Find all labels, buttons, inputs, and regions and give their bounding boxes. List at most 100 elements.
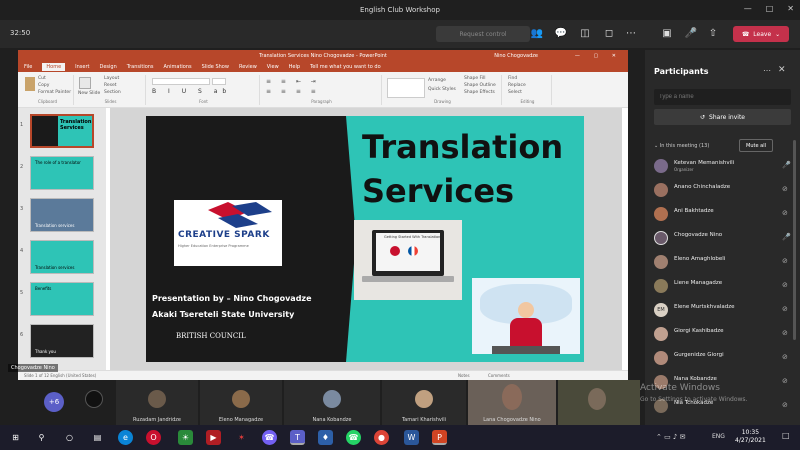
tab-view[interactable]: View xyxy=(267,64,279,70)
shapes-gallery[interactable] xyxy=(387,78,425,98)
in-meeting-header[interactable]: ⌄ In this meeting (13) xyxy=(654,143,709,149)
paragraph-align-buttons[interactable]: ≡ ≡ ≡ ≡ xyxy=(266,88,320,95)
ppt-window-controls[interactable]: — ▢ ✕ xyxy=(575,53,622,59)
video-tile[interactable]: Eleno Managadze xyxy=(200,380,282,425)
shape-fill-button[interactable]: Shape Fill xyxy=(464,76,486,81)
copy-button[interactable]: Copy xyxy=(38,83,49,88)
notes-button[interactable]: Notes xyxy=(458,373,470,378)
shape-outline-button[interactable]: Shape Outline xyxy=(464,83,496,88)
taskbar-clock[interactable]: 10:35 4/27/2021 xyxy=(735,429,766,445)
maximize-icon[interactable]: □ xyxy=(766,4,774,13)
chat-icon[interactable]: 💬 xyxy=(554,27,568,41)
replace-button[interactable]: Replace xyxy=(508,83,526,88)
participant-search-input[interactable] xyxy=(654,89,791,105)
more-options-icon[interactable]: ⋯ xyxy=(763,66,771,75)
font-format-buttons[interactable]: B I U S ab xyxy=(152,88,231,95)
reset-button[interactable]: Reset xyxy=(104,83,117,88)
tray-icons[interactable]: ⌃ ▭ ♪ ✉ xyxy=(656,433,686,441)
slide-thumbnail[interactable]: Translation services xyxy=(30,240,94,274)
tab-review[interactable]: Review xyxy=(239,64,257,70)
windows-start-icon[interactable]: ⊞ xyxy=(8,430,23,445)
video-tile[interactable]: Lana Chogovadze Nino xyxy=(468,380,556,425)
participant-row[interactable]: Chogovadze Nino 🎤 xyxy=(654,228,794,248)
app-icon[interactable]: ♦ xyxy=(318,430,333,445)
tab-animations[interactable]: Animations xyxy=(164,64,192,70)
share-tray-icon[interactable]: ◻ xyxy=(602,27,616,41)
slide-thumbnail[interactable]: Translation services xyxy=(30,198,94,232)
layout-button[interactable]: Layout xyxy=(104,76,119,81)
people-icon[interactable]: 👥 xyxy=(530,27,544,41)
participant-row[interactable]: Gurgenidze Giorgi ⊘ xyxy=(654,348,794,368)
share-invite-button[interactable]: ↺ Share invite xyxy=(654,109,791,125)
paste-icon[interactable] xyxy=(25,77,35,91)
stop-sharing-icon[interactable]: ⇧ xyxy=(706,27,720,41)
video-tile[interactable]: +6 xyxy=(40,380,70,425)
arrange-button[interactable]: Arrange xyxy=(428,78,446,83)
slide-thumbnail[interactable]: Benefits xyxy=(30,282,94,316)
video-tile[interactable] xyxy=(80,380,110,425)
leave-button[interactable]: ☎ Leave ⌄ xyxy=(733,26,789,42)
participant-row[interactable]: Giorgi Kashibadze ⊘ xyxy=(654,324,794,344)
media-icon[interactable]: ▶ xyxy=(206,430,221,445)
participant-row[interactable]: Ani Bakhtadze ⊘ xyxy=(654,204,794,224)
viber-icon[interactable]: ☎ xyxy=(262,430,277,445)
tab-home[interactable]: Home xyxy=(42,63,66,71)
panel-scrollbar[interactable] xyxy=(793,140,796,340)
teams-icon[interactable]: T xyxy=(290,430,305,445)
participant-row[interactable]: Ketevan Memanishvili Organizer 🎤 xyxy=(654,156,794,176)
slide-thumbnail[interactable]: The role of a translator xyxy=(30,156,94,190)
breakout-icon[interactable]: ◫ xyxy=(578,27,592,41)
close-panel-icon[interactable]: ✕ xyxy=(778,65,786,75)
shape-effects-button[interactable]: Shape Effects xyxy=(464,90,495,95)
slide-thumbnail[interactable]: Thank you xyxy=(30,324,94,358)
video-tile[interactable] xyxy=(558,380,640,425)
opera-icon[interactable]: O xyxy=(146,430,161,445)
participant-row[interactable]: EM Elene Murtskhvaladze ⊘ xyxy=(654,300,794,320)
search-icon[interactable]: ⚲ xyxy=(34,430,49,445)
participant-row[interactable]: Liene Managadze ⊘ xyxy=(654,276,794,296)
video-tile[interactable]: Nana Kobandze xyxy=(284,380,380,425)
paragraph-list-buttons[interactable]: ≡ ≡ ⇤ ⇥ xyxy=(266,78,320,85)
close-icon[interactable]: ✕ xyxy=(787,4,794,13)
word-icon[interactable]: W xyxy=(404,430,419,445)
new-slide-button[interactable]: New Slide xyxy=(78,91,100,96)
app-icon[interactable]: ✶ xyxy=(234,430,249,445)
tab-file[interactable]: File xyxy=(24,64,32,70)
task-view-icon[interactable]: ○ xyxy=(62,430,77,445)
tab-slideshow[interactable]: Slide Show xyxy=(202,64,229,70)
powerpoint-icon[interactable]: P xyxy=(432,430,447,445)
edge-icon[interactable]: e xyxy=(118,430,133,445)
tab-help[interactable]: Help xyxy=(289,64,300,70)
comments-button[interactable]: Comments xyxy=(488,373,510,378)
mute-all-button[interactable]: Mute all xyxy=(739,139,773,152)
video-tile[interactable]: Ruzadam Jandridze xyxy=(116,380,198,425)
app-icon[interactable]: ☀ xyxy=(178,430,193,445)
microphone-icon[interactable]: 🎤 xyxy=(684,27,698,41)
chrome-icon[interactable]: ● xyxy=(374,430,389,445)
chevron-down-icon[interactable]: ⌄ xyxy=(775,31,780,38)
language-indicator[interactable]: ENG xyxy=(712,433,725,440)
format-painter-button[interactable]: Format Painter xyxy=(38,90,71,95)
whatsapp-icon[interactable]: ☎ xyxy=(346,430,361,445)
current-slide[interactable]: CREATIVE SPARK Higher Education Enterpri… xyxy=(146,116,584,362)
video-tile[interactable]: Tamari Kharishvili xyxy=(382,380,466,425)
font-size-select[interactable] xyxy=(212,78,226,85)
select-button[interactable]: Select xyxy=(508,90,522,95)
slide-thumbnail[interactable]: Translation Services xyxy=(30,114,94,148)
tab-design[interactable]: Design xyxy=(99,64,116,70)
participant-row[interactable]: Eleno Amaghlobeli ⊘ xyxy=(654,252,794,272)
minimize-icon[interactable]: — xyxy=(744,4,752,13)
new-slide-icon[interactable] xyxy=(79,77,91,89)
more-actions-icon[interactable]: ⋯ xyxy=(624,27,638,41)
cut-button[interactable]: Cut xyxy=(38,76,46,81)
participant-row[interactable]: Anano Chinchaladze ⊘ xyxy=(654,180,794,200)
tell-me-search[interactable]: Tell me what you want to do xyxy=(310,64,381,70)
quick-styles-button[interactable]: Quick Styles xyxy=(428,87,456,92)
section-button[interactable]: Section xyxy=(104,90,121,95)
request-control-button[interactable]: Request control xyxy=(436,26,530,42)
tab-transitions[interactable]: Transitions xyxy=(127,64,154,70)
find-button[interactable]: Find xyxy=(508,76,517,81)
camera-icon[interactable]: ▣ xyxy=(660,27,674,41)
font-family-select[interactable] xyxy=(152,78,210,85)
file-explorer-icon[interactable]: ▤ xyxy=(90,430,105,445)
